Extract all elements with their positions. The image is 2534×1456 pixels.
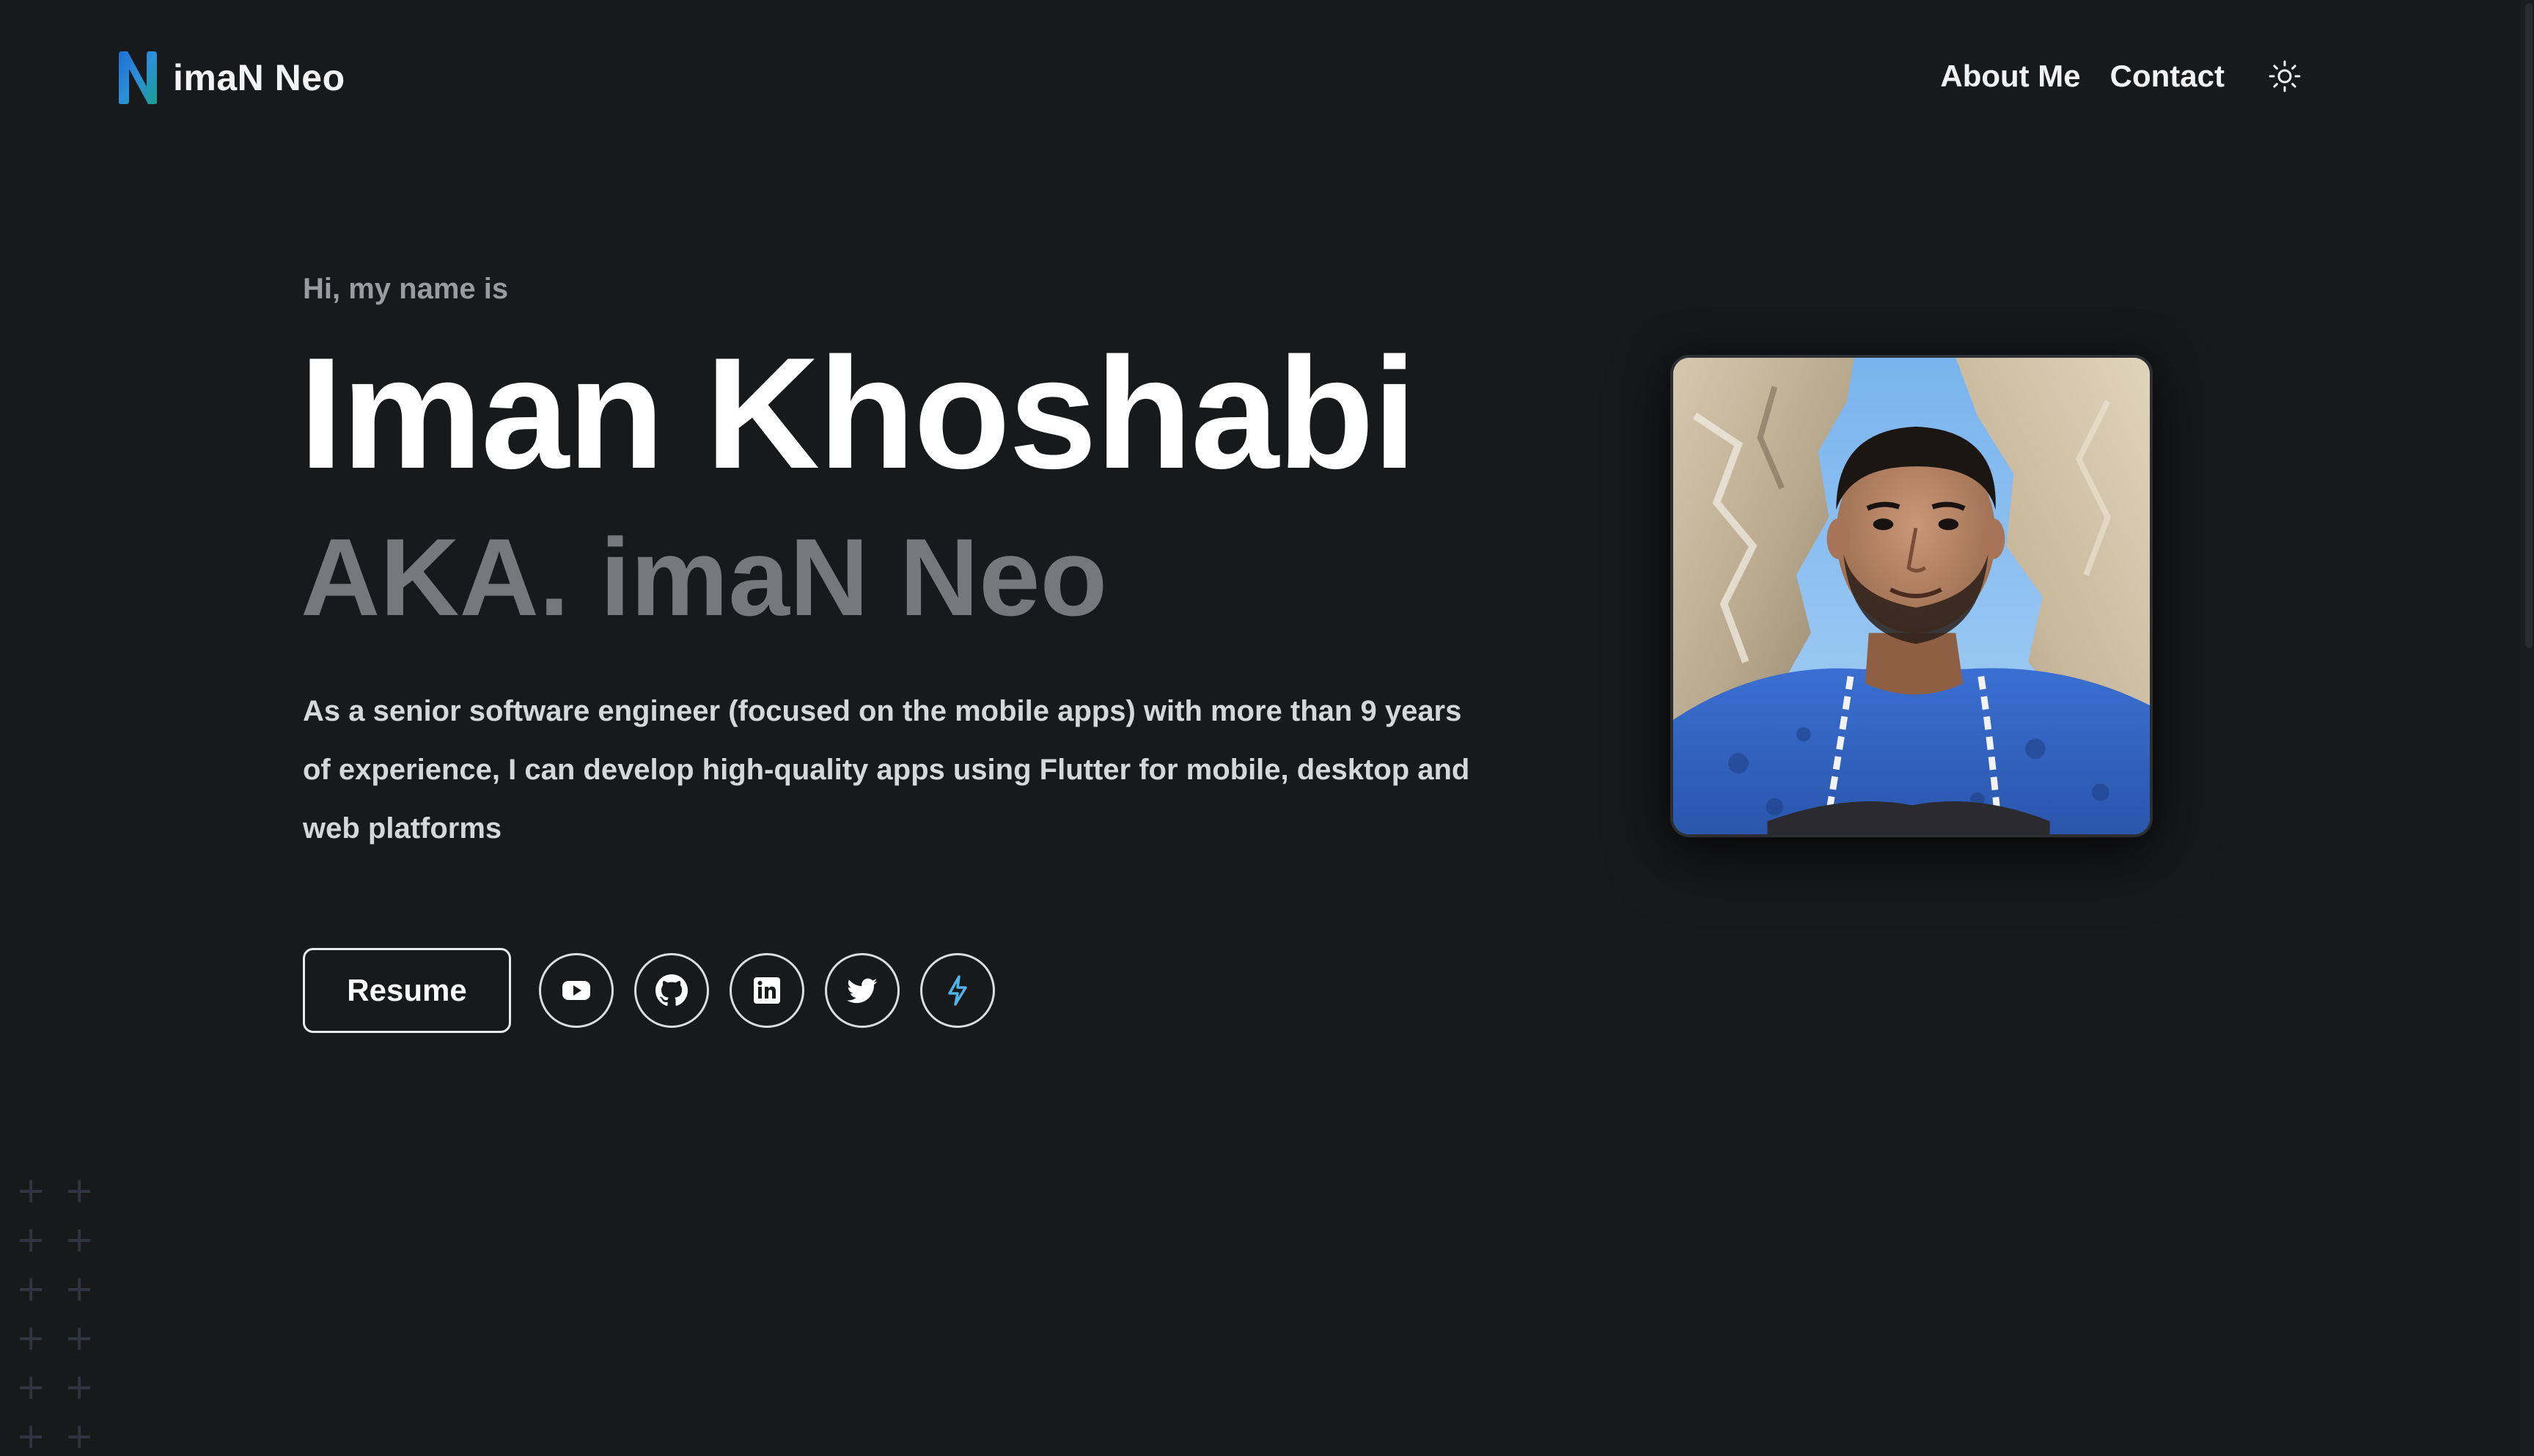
header: imaN Neo About Me Contact: [0, 0, 2534, 161]
github-button[interactable]: [634, 953, 709, 1028]
plus-icon: +: [65, 1367, 95, 1408]
plus-icon: +: [16, 1268, 46, 1309]
social-links: [539, 953, 995, 1028]
plus-icon: +: [65, 1416, 95, 1456]
twitter-button[interactable]: [825, 953, 900, 1028]
resume-button[interactable]: Resume: [303, 948, 511, 1033]
scrollbar[interactable]: [2521, 0, 2534, 1456]
plus-icon: +: [16, 1416, 46, 1456]
page: imaN Neo About Me Contact Hi, my name is…: [0, 0, 2534, 1456]
nav-about-me[interactable]: About Me: [1940, 59, 2080, 94]
plus-icon: +: [16, 1367, 46, 1408]
plus-icon: +: [65, 1219, 95, 1260]
plus-icon: +: [65, 1170, 95, 1211]
main-nav: About Me Contact: [1940, 54, 2307, 98]
greeting-text: Hi, my name is: [303, 273, 509, 305]
theme-toggle-button[interactable]: [2263, 54, 2307, 98]
plus-icon: +: [16, 1219, 46, 1260]
twitter-icon: [847, 978, 878, 1004]
hero-bio: As a senior software engineer (focused o…: [303, 695, 1470, 845]
linkedin-button[interactable]: [730, 953, 804, 1028]
profile-photo: [1670, 355, 2153, 837]
nav-contact[interactable]: Contact: [2110, 59, 2225, 94]
linkedin-icon: [754, 977, 780, 1004]
decorative-plus-pattern: + + + + + + + + + + + +: [16, 1173, 113, 1456]
youtube-button[interactable]: [539, 953, 614, 1028]
logo-link[interactable]: imaN Neo: [116, 50, 345, 106]
plus-icon: +: [65, 1268, 95, 1309]
scrollbar-thumb[interactable]: [2525, 3, 2533, 648]
sun-icon: [2269, 60, 2301, 92]
plus-icon: +: [65, 1317, 95, 1358]
lightning-button[interactable]: [920, 953, 995, 1028]
plus-icon: +: [16, 1170, 46, 1211]
lightning-icon: [948, 975, 967, 1006]
github-icon: [655, 974, 688, 1006]
profile-photo-image: [1673, 358, 2150, 834]
hero-aka: AKA. imaN Neo: [301, 515, 1108, 639]
logo-text: imaN Neo: [173, 57, 345, 98]
plus-icon: +: [16, 1317, 46, 1358]
hero-name: Iman Khoshabi: [299, 324, 1417, 501]
hero-actions: Resume: [303, 948, 995, 1033]
logo-n-icon: [119, 51, 157, 104]
youtube-icon: [562, 981, 590, 1000]
